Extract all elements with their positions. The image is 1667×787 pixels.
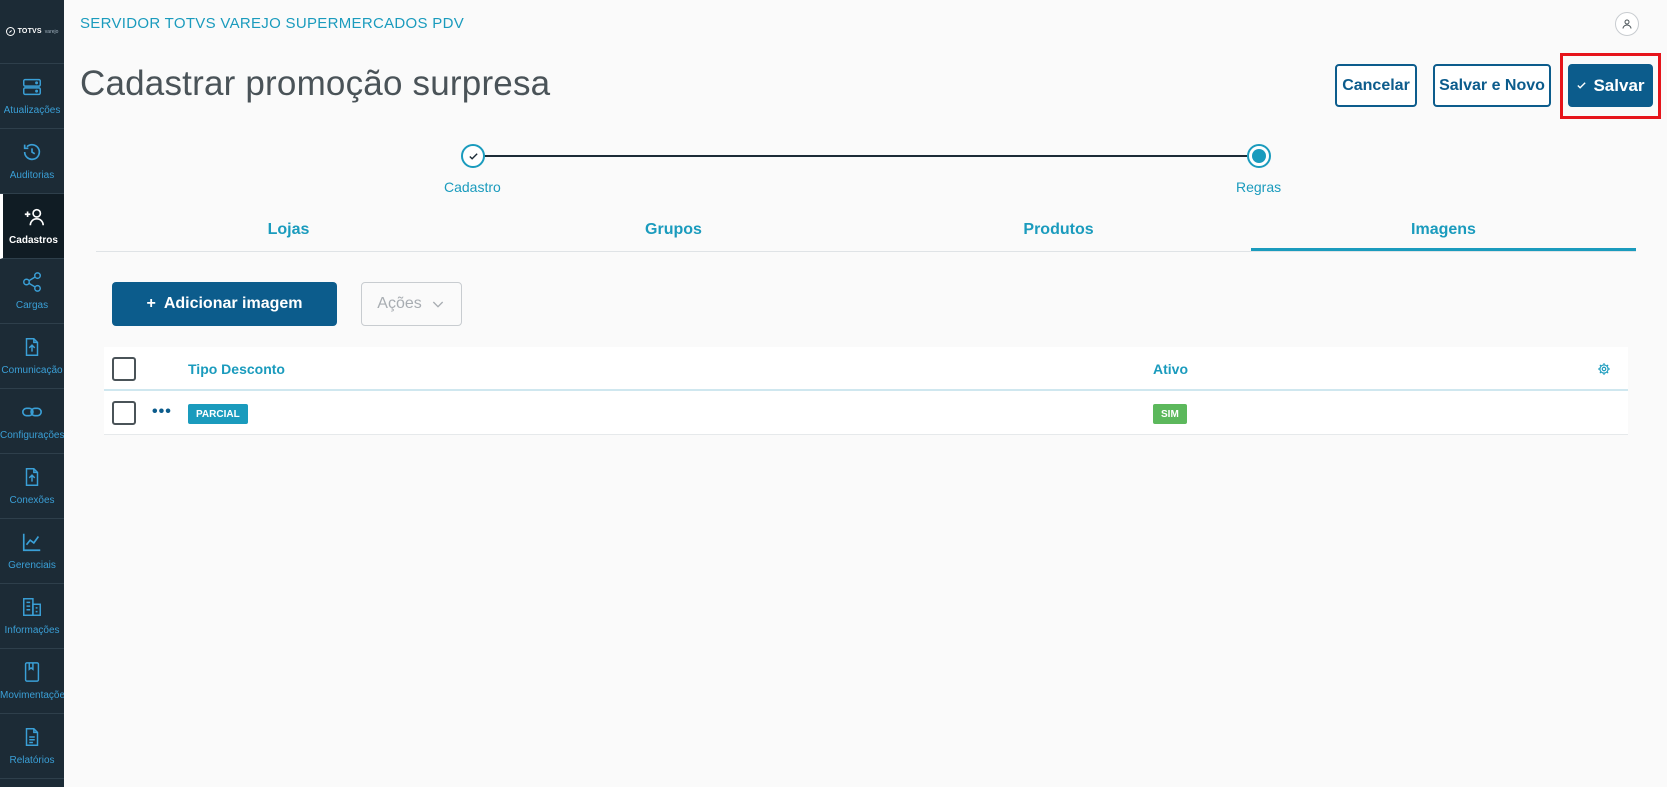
sidebar-item-movimentacoes[interactable]: Movimentações [0, 649, 64, 714]
table-row[interactable]: ••• PARCIAL SIM [104, 391, 1628, 435]
building-icon [23, 598, 41, 616]
page-title: Cadastrar promoção surpresa [80, 64, 551, 103]
sidebar-item-informacoes[interactable]: Informações [0, 584, 64, 649]
chevron-down-icon [432, 301, 443, 308]
share-icon [23, 272, 41, 292]
sidebar-item-label: Relatórios [9, 755, 55, 766]
sidebar-item-atualizacoes[interactable]: Atualizações [0, 64, 64, 129]
stepper-label-cadastro: Cadastro [444, 179, 501, 195]
row-actions-icon[interactable]: ••• [152, 403, 172, 421]
sidebar-item-gerenciais[interactable]: Gerenciais [0, 519, 64, 584]
logo-text: TOTVS [17, 28, 42, 35]
images-table: Tipo Desconto Ativo ••• PARCIAL SIM [104, 347, 1628, 435]
stepper-step-cadastro[interactable] [461, 144, 485, 168]
column-header-ativo[interactable]: Ativo [1153, 361, 1188, 377]
file-upload-icon [25, 468, 39, 486]
add-image-button[interactable]: + Adicionar imagem [112, 282, 337, 326]
book-icon [24, 662, 40, 682]
sidebar-item-label: Auditorias [9, 170, 55, 181]
user-menu-button[interactable] [1615, 12, 1639, 36]
tab-imagens[interactable]: Imagens [1251, 210, 1636, 251]
totvs-logo-icon [5, 27, 15, 36]
chart-icon [22, 533, 41, 552]
sidebar-item-cadastros[interactable]: Cadastros [0, 194, 64, 259]
tab-bar: Lojas Grupos Produtos Imagens [96, 210, 1636, 252]
sidebar-item-label: Configurações [0, 430, 64, 441]
add-user-icon [24, 208, 44, 226]
sidebar-item-relatorios[interactable]: Relatórios [0, 714, 64, 779]
save-button[interactable]: Salvar [1568, 64, 1653, 107]
ativo-badge: SIM [1153, 404, 1187, 424]
totvs-logo: TOTVS varejo [0, 0, 64, 64]
sidebar-item-label: Atualizações [3, 105, 61, 116]
stepper-label-regras: Regras [1236, 179, 1282, 195]
tab-produtos[interactable]: Produtos [866, 210, 1251, 251]
document-icon [25, 728, 39, 746]
sidebar-item-conexoes[interactable]: Conexões [0, 454, 64, 519]
gear-icon[interactable] [1597, 362, 1611, 376]
tab-grupos[interactable]: Grupos [481, 210, 866, 251]
stepper-step-regras[interactable] [1247, 144, 1271, 168]
save-button-label: Salvar [1593, 75, 1645, 95]
cancel-button[interactable]: Cancelar [1335, 64, 1417, 107]
actions-label: Ações [377, 295, 422, 312]
sidebar-item-cargas[interactable]: Cargas [0, 259, 64, 324]
sidebar-item-auditorias[interactable]: Auditorias [0, 129, 64, 194]
actions-dropdown[interactable]: Ações [361, 282, 462, 326]
plus-icon: + [146, 295, 156, 312]
row-checkbox[interactable] [112, 401, 136, 425]
sidebar-item-configuracoes[interactable]: Configurações [0, 389, 64, 454]
add-image-label: Adicionar imagem [163, 295, 303, 312]
app-title: SERVIDOR TOTVS VAREJO SUPERMERCADOS PDV [80, 15, 465, 32]
server-icon [23, 78, 41, 96]
column-header-tipo-desconto[interactable]: Tipo Desconto [188, 361, 285, 377]
logo-subtext: varejo [44, 28, 59, 35]
sidebar-item-label: Cadastros [9, 235, 58, 246]
file-upload-icon [25, 338, 39, 356]
history-icon [23, 143, 41, 161]
sidebar-item-label: Movimentações [0, 690, 64, 701]
tab-lojas[interactable]: Lojas [96, 210, 481, 251]
active-step-dot [1252, 149, 1266, 163]
sidebar: TOTVS varejo Atualizações Auditorias Cad… [0, 0, 64, 787]
tipo-desconto-badge: PARCIAL [188, 404, 248, 424]
check-icon [468, 152, 478, 160]
stepper-line [484, 155, 1247, 157]
link-icon [22, 407, 42, 417]
check-icon [1577, 82, 1587, 89]
save-and-new-button[interactable]: Salvar e Novo [1433, 64, 1551, 107]
sidebar-item-label: Cargas [15, 300, 49, 311]
sidebar-item-comunicacao[interactable]: Comunicação [0, 324, 64, 389]
select-all-checkbox[interactable] [112, 357, 136, 381]
sidebar-item-label: Gerenciais [8, 560, 56, 571]
user-icon [1622, 19, 1632, 29]
table-header: Tipo Desconto Ativo [104, 347, 1628, 391]
sidebar-item-label: Comunicação [1, 365, 63, 376]
sidebar-item-label: Informações [4, 625, 60, 636]
sidebar-item-label: Conexões [9, 495, 55, 506]
